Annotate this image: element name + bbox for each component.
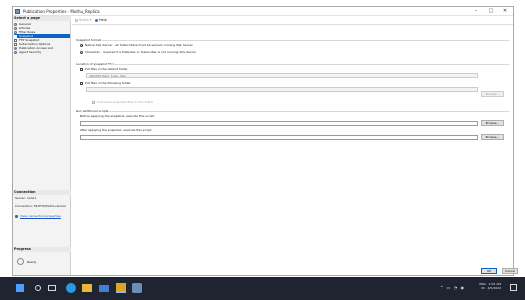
default-folder-path-field[interactable]: \\NODE1\Repl_Snap_files [86,73,478,78]
user-icon [14,46,17,50]
page-list: General Articles Filter Rows Snapshot FT… [14,22,70,54]
browse-folder-button[interactable]: Browse... [481,91,504,97]
app-icon [15,9,20,14]
following-folder-path-field[interactable] [86,87,478,92]
file-explorer-icon[interactable] [82,284,92,292]
view-connection-properties-link[interactable]: View connection properties [15,214,61,218]
additional-scripts-label: Run additional scripts [76,109,109,113]
view-connection-properties-text: View connection properties [20,214,61,218]
progress-header: Progress [13,247,71,252]
before-script-field[interactable] [80,121,478,126]
document-icon [14,42,17,46]
character-format-label: Character - required if a Publisher or S… [85,50,197,54]
left-pane: Select a page General Articles Filter Ro… [13,16,71,275]
content-pane: Script ▾ Help Snapshot format Native SQL… [72,16,518,275]
native-format-label: Native SQL Server - all Subscribers must… [85,43,193,47]
search-icon[interactable] [35,285,41,291]
windows-start-icon[interactable] [16,284,24,292]
title-bar: Publication Properties - Muthu_Replica –… [13,7,513,16]
character-format-radio[interactable]: Character - required if a Publisher or S… [80,50,196,54]
following-folder-label: Put files in the following folder: [85,81,132,85]
gear-icon [14,50,17,54]
progress-status: Ready [27,260,37,264]
gear-icon [14,22,17,26]
divider [108,111,509,112]
after-script-field[interactable] [80,135,478,140]
mail-icon[interactable] [99,285,109,292]
help-label: Help [99,18,107,22]
checkbox-icon [92,100,95,104]
task-view-icon[interactable] [48,285,56,291]
gear-icon [14,30,17,34]
page-item-label: Agent Security [19,50,42,54]
script-button[interactable]: Script ▾ [75,18,92,23]
script-icon [75,18,78,22]
window-title: Publication Properties - Muthu_Replica [23,9,100,14]
publication-properties-window: Publication Properties - Muthu_Replica –… [12,6,518,276]
default-folder-label: Put files in the default folder [85,67,128,71]
help-icon [95,18,98,22]
default-folder-checkbox[interactable]: ✓ Put files in the default folder [80,67,128,71]
following-folder-checkbox[interactable]: Put files in the following folder: [80,81,132,85]
server-label: Server: node1 [15,196,37,200]
checkbox-icon [80,81,83,85]
checkbox-checked-icon: ✓ [80,67,84,72]
connection-header: Connection [13,190,71,195]
document-icon [14,34,17,38]
properties-icon [15,214,18,218]
gear-icon [14,26,17,30]
minimize-button[interactable]: – [469,7,483,15]
taskbar: ^ ▭ ◔ ◉ ENG 2:01 AM IN 4/5/2024 [0,277,525,300]
ok-button[interactable]: OK [481,268,497,274]
snapshot-format-label: Snapshot format [76,38,101,42]
script-label: Script [79,18,89,22]
region-label: IN [481,286,485,290]
cancel-button[interactable]: Cancel [502,268,518,274]
page-item-agent-security[interactable]: Agent Security [14,50,70,54]
connection-label: Connection: MUTHU\Muthu-kumar [15,204,67,208]
radio-icon [80,50,83,54]
browse-before-script-button[interactable]: Browse... [481,120,504,126]
notification-icon[interactable] [510,284,517,291]
system-tray-icons[interactable]: ^ ▭ ◔ ◉ [440,286,465,290]
help-button[interactable]: Help [95,18,107,23]
select-page-header: Select a page [13,16,71,21]
maximize-button[interactable]: □ [484,7,498,15]
app-icon[interactable] [132,283,142,293]
divider [108,64,509,65]
progress-spinner-icon [17,258,24,265]
native-format-radio[interactable]: Native SQL Server - all Subscribers must… [80,43,193,47]
before-script-label: Before applying the snapshot, execute th… [80,114,155,118]
toolbar: Script ▾ Help [72,16,513,25]
date-label: 4/5/2024 [487,286,501,290]
compress-snapshot-checkbox[interactable]: Compress snapshot files in this folder [92,100,153,104]
sql-management-studio-icon[interactable] [116,283,126,293]
divider [102,40,509,41]
compress-snapshot-label: Compress snapshot files in this folder [97,100,154,104]
browse-after-script-button[interactable]: Browse... [481,134,504,140]
close-button[interactable]: ✕ [498,7,512,15]
document-icon [14,38,17,42]
edge-browser-icon[interactable] [66,283,76,293]
radio-selected-icon [80,43,83,47]
clock-area[interactable]: ENG 2:01 AM IN 4/5/2024 [479,282,501,290]
after-script-label: After applying the snapshot, execute thi… [80,128,153,132]
